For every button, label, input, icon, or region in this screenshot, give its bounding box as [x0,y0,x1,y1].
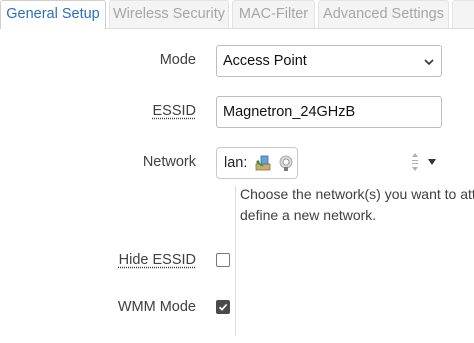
hide-essid-label: Hide ESSID [118,252,196,268]
wmm-mode-checkbox[interactable] [216,300,230,314]
network-item-label: lan: [224,155,248,171]
tab-advanced-settings[interactable]: Advanced Settings [318,0,449,28]
tab-mac-filter[interactable]: MAC-Filter [232,0,315,28]
network-selected-item[interactable]: lan: [216,147,298,179]
checkmark-icon [218,303,228,311]
network-help-text: Choose the network(s) you want to atta d… [240,184,474,226]
network-label: Network [142,154,196,170]
mode-label: Mode [159,52,196,68]
ethernet-icon [255,155,271,171]
mode-select-value: Access Point [223,53,307,69]
tab-overflow [452,0,474,28]
tab-bar: General Setup Wireless Security MAC-Filt… [0,0,474,29]
wifi-icon [279,155,293,171]
mode-select[interactable]: Access Point [216,45,442,77]
tab-general-setup[interactable]: General Setup [0,0,106,29]
network-select[interactable]: lan: [216,147,441,179]
essid-label: ESSID [152,103,196,119]
network-help-line-1: Choose the network(s) you want to atta [240,186,474,202]
dropdown-arrow-icon[interactable] [428,159,436,165]
tab-wireless-security[interactable]: Wireless Security [109,0,229,28]
wmm-mode-label: WMM Mode [117,299,196,315]
hide-essid-checkbox[interactable] [216,253,230,267]
network-help-line-2: define a new network. [240,207,377,223]
essid-input[interactable]: Magnetron_24GHzB [216,96,442,128]
section-divider [235,186,236,336]
chevron-down-icon [424,59,434,66]
spinner-arrows-icon[interactable] [410,151,420,173]
